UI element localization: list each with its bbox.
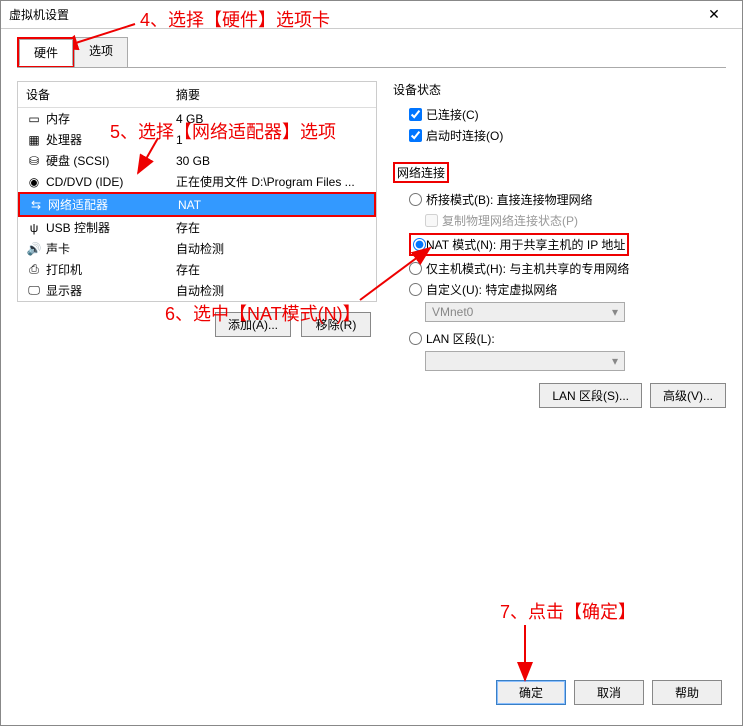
network-title-highlight: 网络连接 — [393, 162, 449, 183]
replicate-checkbox — [425, 214, 438, 227]
bridged-radio-row[interactable]: 桥接模式(B): 直接连接物理网络 — [393, 189, 726, 210]
chevron-down-icon: ▾ — [612, 305, 618, 319]
nat-highlight: NAT 模式(N): 用于共享主机的 IP 地址 — [409, 233, 629, 256]
device-name: 内存 — [46, 110, 176, 127]
tab-bar: 硬件 选项 — [1, 29, 742, 68]
device-buttons: 添加(A)... 移除(R) — [17, 312, 377, 337]
ok-button[interactable]: 确定 — [496, 680, 566, 705]
tab-hardware[interactable]: 硬件 — [19, 39, 73, 66]
snd-icon: 🔊 — [26, 242, 42, 256]
device-row-usb[interactable]: ψ USB 控制器存在 — [18, 217, 376, 238]
device-row-mem[interactable]: ▭ 内存4 GB — [18, 108, 376, 129]
device-name: 硬盘 (SCSI) — [46, 152, 176, 169]
header-summary: 摘要 — [176, 86, 368, 103]
device-row-dsp[interactable]: 🖵 显示器自动检测 — [18, 280, 376, 301]
device-list-pane: 设备 摘要 ▭ 内存4 GB ▦ 处理器1 ⛁ 硬盘 (SCSI)30 GB ◉ CD/DVD… — [17, 81, 377, 424]
add-button[interactable]: 添加(A)... — [215, 312, 291, 337]
titlebar: 虚拟机设置 ✕ — [1, 1, 742, 29]
hostonly-label: 仅主机模式(H): 与主机共享的专用网络 — [426, 260, 629, 277]
mem-icon: ▭ — [26, 112, 42, 126]
settings-pane: 设备状态 已连接(C) 启动时连接(O) 网络连接 桥接模式(B): 直接连接物… — [393, 81, 726, 424]
cd-icon: ◉ — [26, 175, 42, 189]
dialog-buttons: 确定 取消 帮助 — [476, 670, 742, 715]
advanced-button[interactable]: 高级(V)... — [650, 383, 726, 408]
device-row-snd[interactable]: 🔊 声卡自动检测 — [18, 238, 376, 259]
prn-icon: ⎙ — [26, 263, 42, 277]
custom-radio-row[interactable]: 自定义(U): 特定虚拟网络 — [393, 279, 726, 300]
hardware-tab-highlight: 硬件 — [17, 37, 74, 68]
hostonly-radio-row[interactable]: 仅主机模式(H): 与主机共享的专用网络 — [393, 258, 726, 279]
dsp-icon: 🖵 — [26, 284, 42, 298]
cancel-button[interactable]: 取消 — [574, 680, 644, 705]
replicate-row: 复制物理网络连接状态(P) — [393, 210, 726, 231]
network-connection-group: 网络连接 桥接模式(B): 直接连接物理网络 复制物理网络连接状态(P) NAT… — [393, 162, 726, 408]
vm-settings-window: 虚拟机设置 ✕ 硬件 选项 设备 摘要 ▭ 内存4 GB ▦ 处理器1 ⛁ 硬盘 (SCS… — [0, 0, 743, 726]
network-title: 网络连接 — [393, 162, 726, 183]
device-row-net[interactable]: ⇆ 网络适配器NAT — [20, 194, 374, 215]
help-button[interactable]: 帮助 — [652, 680, 722, 705]
bridged-label: 桥接模式(B): 直接连接物理网络 — [426, 191, 593, 208]
device-name: 打印机 — [46, 261, 176, 278]
status-title: 设备状态 — [393, 81, 726, 98]
nat-label: NAT 模式(N): 用于共享主机的 IP 地址 — [426, 236, 625, 253]
lan-label: LAN 区段(L): — [426, 330, 495, 347]
custom-label: 自定义(U): 特定虚拟网络 — [426, 281, 557, 298]
content-area: 设备 摘要 ▭ 内存4 GB ▦ 处理器1 ⛁ 硬盘 (SCSI)30 GB ◉ CD/DVD… — [1, 69, 742, 436]
device-summary: 30 GB — [176, 154, 368, 168]
device-summary: 自动检测 — [176, 282, 368, 299]
lan-radio[interactable] — [409, 332, 422, 345]
close-button[interactable]: ✕ — [694, 3, 734, 27]
tab-options[interactable]: 选项 — [74, 37, 128, 68]
device-name: 声卡 — [46, 240, 176, 257]
connect-on-power-checkbox[interactable] — [409, 129, 422, 142]
device-row-cpu[interactable]: ▦ 处理器1 — [18, 129, 376, 150]
device-name: 处理器 — [46, 131, 176, 148]
window-title: 虚拟机设置 — [9, 6, 694, 23]
chevron-down-icon: ▾ — [612, 354, 618, 368]
connected-label: 已连接(C) — [426, 106, 479, 123]
connected-checkbox[interactable] — [409, 108, 422, 121]
lan-dropdown: ▾ — [425, 351, 625, 371]
lan-radio-row[interactable]: LAN 区段(L): — [393, 328, 726, 349]
device-summary: 1 — [176, 133, 368, 147]
hostonly-radio[interactable] — [409, 262, 422, 275]
device-row-prn[interactable]: ⎙ 打印机存在 — [18, 259, 376, 280]
device-summary: 4 GB — [176, 112, 368, 126]
replicate-label: 复制物理网络连接状态(P) — [442, 212, 578, 229]
device-name: USB 控制器 — [46, 219, 176, 236]
net-icon: ⇆ — [28, 198, 44, 212]
device-row-hdd[interactable]: ⛁ 硬盘 (SCSI)30 GB — [18, 150, 376, 171]
device-summary: 存在 — [176, 261, 368, 278]
connect-on-power-row[interactable]: 启动时连接(O) — [393, 125, 726, 146]
device-row-cd[interactable]: ◉ CD/DVD (IDE)正在使用文件 D:\Program Files ... — [18, 171, 376, 192]
device-summary: 存在 — [176, 219, 368, 236]
device-table: 设备 摘要 ▭ 内存4 GB ▦ 处理器1 ⛁ 硬盘 (SCSI)30 GB ◉ CD/DVD… — [17, 81, 377, 302]
connect-on-power-label: 启动时连接(O) — [426, 127, 503, 144]
device-status-group: 设备状态 已连接(C) 启动时连接(O) — [393, 81, 726, 146]
usb-icon: ψ — [26, 221, 42, 235]
device-summary: 正在使用文件 D:\Program Files ... — [176, 173, 368, 190]
nat-radio[interactable] — [413, 238, 426, 251]
bridged-radio[interactable] — [409, 193, 422, 206]
nat-radio-row[interactable]: NAT 模式(N): 用于共享主机的 IP 地址 — [393, 231, 726, 258]
header-device: 设备 — [26, 86, 176, 103]
lan-segment-button[interactable]: LAN 区段(S)... — [539, 383, 642, 408]
device-name: 显示器 — [46, 282, 176, 299]
device-name: CD/DVD (IDE) — [46, 175, 176, 189]
network-buttons: LAN 区段(S)... 高级(V)... — [393, 383, 726, 408]
device-header: 设备 摘要 — [18, 82, 376, 108]
connected-checkbox-row[interactable]: 已连接(C) — [393, 104, 726, 125]
device-summary: NAT — [178, 198, 366, 212]
device-summary: 自动检测 — [176, 240, 368, 257]
custom-dropdown: VMnet0 ▾ — [425, 302, 625, 322]
custom-dropdown-value: VMnet0 — [432, 305, 473, 319]
custom-radio[interactable] — [409, 283, 422, 296]
remove-button[interactable]: 移除(R) — [301, 312, 371, 337]
device-name: 网络适配器 — [48, 196, 178, 213]
hdd-icon: ⛁ — [26, 154, 42, 168]
cpu-icon: ▦ — [26, 133, 42, 147]
